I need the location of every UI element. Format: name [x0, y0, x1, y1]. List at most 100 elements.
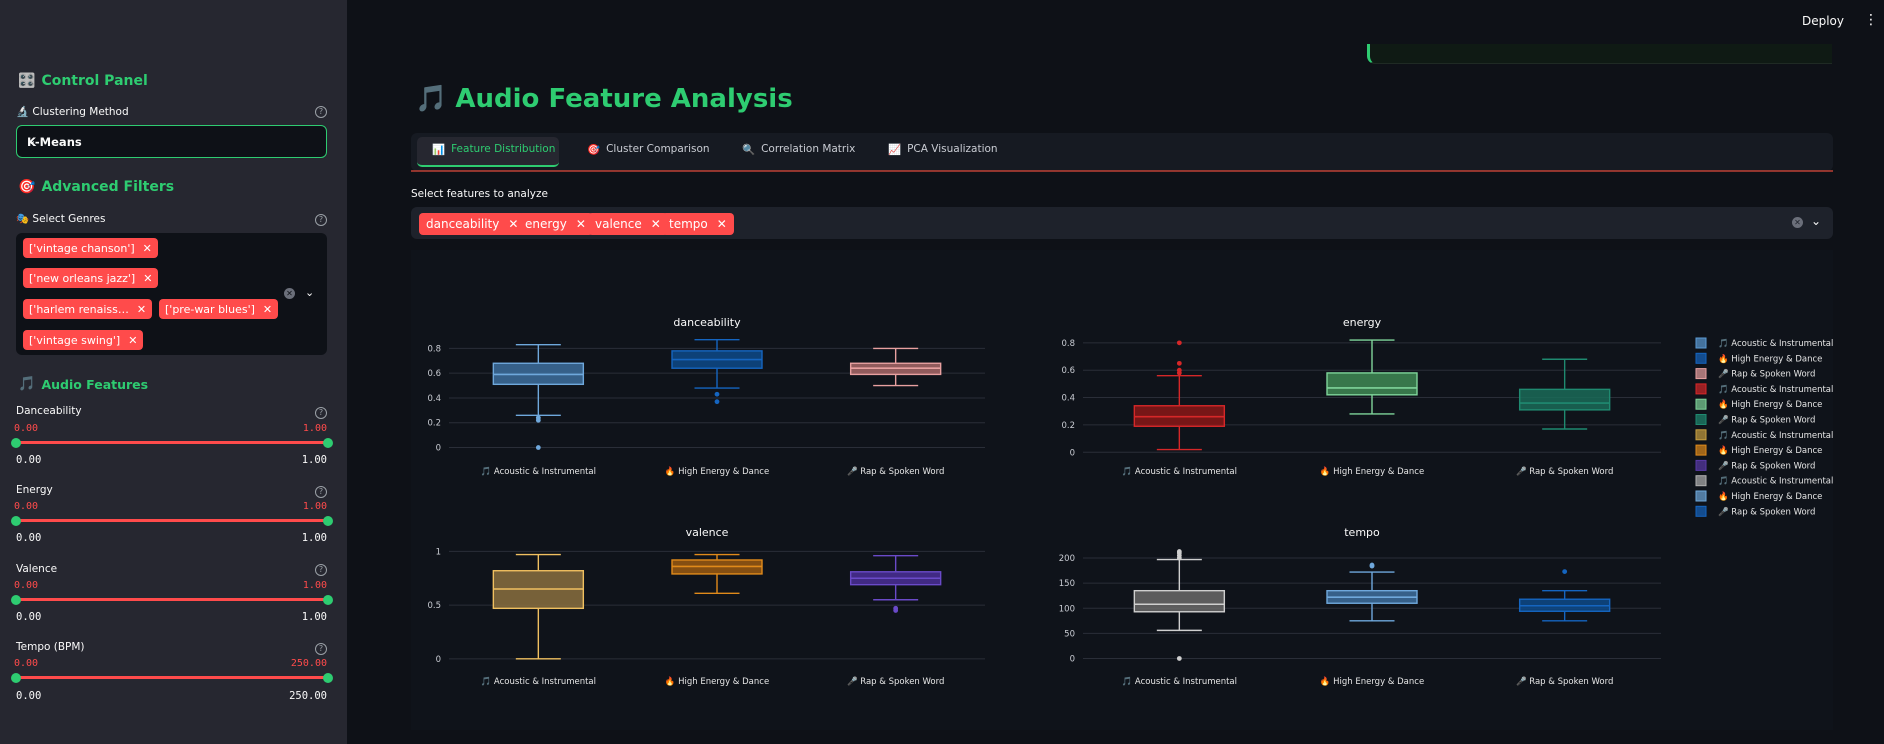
slider-handle-low[interactable]	[11, 595, 21, 605]
legend-label: 🎤 Rap & Spoken Word	[1718, 415, 1815, 426]
outlier-point	[1176, 360, 1182, 366]
outlier-point	[1176, 656, 1182, 661]
close-icon[interactable]: ✕	[137, 303, 146, 316]
y-tick-label: 1	[436, 547, 441, 557]
feature-tag[interactable]: energy ✕	[518, 213, 593, 235]
genre-tag[interactable]: ['pre-war blues'] ✕	[159, 299, 279, 319]
close-icon[interactable]: ✕	[651, 217, 661, 231]
deploy-button[interactable]: Deploy	[1802, 14, 1844, 28]
genre-tag-label: ['vintage swing']	[29, 333, 121, 347]
feature-tag[interactable]: tempo ✕	[662, 213, 734, 235]
box-iqr	[1133, 589, 1226, 613]
notification-banner	[1367, 44, 1832, 64]
slider-track[interactable]	[16, 598, 327, 601]
legend-label: 🔥 High Energy & Dance	[1718, 399, 1822, 410]
outlier-point	[535, 415, 541, 421]
tab-pca-visualization[interactable]: 📈 PCA Visualization	[888, 143, 998, 156]
help-icon[interactable]: ?	[315, 643, 327, 655]
close-icon[interactable]: ✕	[143, 242, 152, 255]
legend-label: 🎵 Acoustic & Instrumental	[1718, 430, 1833, 441]
page-title-text: Audio Feature Analysis	[455, 84, 793, 114]
slider-track[interactable]	[16, 676, 327, 679]
music-note-icon: 🎵	[18, 376, 36, 392]
chevron-down-icon: ⌄	[27, 134, 37, 147]
legend-swatch	[1695, 383, 1707, 395]
outlier-point	[1176, 340, 1182, 346]
clustering-method-select[interactable]: K-Means ⌄	[16, 125, 327, 158]
genre-tag[interactable]: ['harlem renaiss… ✕	[23, 299, 153, 319]
slider-low-value: 0.00	[14, 580, 39, 591]
tab-cluster-comparison[interactable]: 🎯 Cluster Comparison	[587, 143, 710, 156]
slider-high-value: 1.00	[302, 423, 327, 434]
clear-icon[interactable]: ✕	[284, 288, 295, 299]
genre-tag[interactable]: ['new orleans jazz'] ✕	[23, 268, 159, 288]
x-tick-label: 🎵 Acoustic & Instrumental	[1122, 466, 1237, 477]
slider-high-value: 250.00	[290, 658, 327, 669]
legend-swatch	[1695, 490, 1707, 502]
features-multiselect[interactable]: danceability ✕ energy ✕ valence ✕ tempo ✕ ✕ …	[411, 207, 1833, 239]
subplot-tempo: tempo 0 50 100 150 200 🎵 Acoustic & Instrument…	[1059, 526, 1661, 687]
feature-tag-label: tempo	[669, 217, 708, 231]
box-iqr	[1326, 372, 1418, 396]
help-icon[interactable]: ?	[315, 486, 327, 498]
slider-handle-high[interactable]	[323, 673, 333, 683]
slider-min: 0.00	[16, 454, 42, 466]
slider-handle-low[interactable]	[11, 516, 21, 526]
outlier-point	[714, 399, 720, 405]
slider-handle-high[interactable]	[323, 595, 333, 605]
legend-swatch	[1695, 337, 1707, 349]
x-tick-label: 🎤 Rap & Spoken Word	[847, 466, 944, 477]
slider-handle-high[interactable]	[323, 516, 333, 526]
line-chart-icon: 📈	[888, 144, 902, 156]
select-features-label: Select features to analyze	[411, 188, 548, 200]
box-1	[671, 553, 763, 594]
slider-handle-high[interactable]	[323, 438, 333, 448]
help-icon[interactable]: ?	[315, 407, 327, 419]
sidebar: 🎛️ Control Panel 🔬 Clustering Method ? K…	[0, 0, 347, 744]
close-icon[interactable]: ✕	[576, 217, 586, 231]
y-tick-label: 150	[1059, 579, 1075, 589]
genre-tag[interactable]: ['vintage chanson'] ✕	[23, 238, 158, 258]
close-icon[interactable]: ✕	[508, 217, 518, 231]
menu-icon[interactable]: ⋮	[1864, 12, 1878, 28]
slider-track[interactable]	[16, 519, 327, 522]
feature-tag[interactable]: danceability ✕	[419, 213, 526, 235]
help-icon[interactable]: ?	[315, 106, 327, 118]
tab-correlation-matrix[interactable]: 🔍 Correlation Matrix	[742, 143, 855, 156]
tab-feature-distribution[interactable]: 📊 Feature Distribution	[432, 143, 555, 156]
y-tick-label: 0	[1070, 654, 1075, 664]
feature-tag[interactable]: valence ✕	[588, 213, 668, 235]
help-icon[interactable]: ?	[315, 564, 327, 576]
advanced-filters-heading: 🎯 Advanced Filters	[18, 179, 174, 195]
subplot-title: energy	[1343, 316, 1382, 329]
slider-label: Energy	[16, 484, 53, 496]
slider-track[interactable]	[16, 441, 327, 444]
slider-label: Tempo (BPM)	[16, 641, 85, 653]
close-icon[interactable]: ✕	[717, 217, 727, 231]
y-tick-label: 0.2	[1061, 421, 1075, 431]
help-icon[interactable]: ?	[315, 214, 327, 226]
slider-max: 250.00	[289, 690, 327, 702]
tab-bar: 📊 Feature Distribution 🎯 Cluster Compariso…	[411, 133, 1833, 171]
control-panel-heading: 🎛️ Control Panel	[18, 73, 148, 89]
bar-chart-icon: 📊	[432, 144, 446, 156]
slider-high-value: 1.00	[302, 580, 327, 591]
slider-max: 1.00	[301, 611, 327, 623]
slider-handle-low[interactable]	[11, 673, 21, 683]
chevron-down-icon[interactable]: ⌄	[305, 286, 314, 299]
clear-icon[interactable]: ✕	[1792, 217, 1803, 228]
genre-tag[interactable]: ['vintage swing'] ✕	[23, 330, 144, 350]
slider-max: 1.00	[301, 532, 327, 544]
close-icon[interactable]: ✕	[143, 272, 152, 285]
slider-handle-low[interactable]	[11, 438, 21, 448]
chevron-down-icon[interactable]: ⌄	[1811, 214, 1821, 228]
legend: 🎵 Acoustic & Instrumental 🔥 High Energy &…	[1695, 337, 1833, 517]
genre-tag-label: ['vintage chanson']	[29, 241, 135, 255]
audio-features-title: Audio Features	[41, 376, 149, 392]
outlier-point	[1176, 549, 1182, 554]
x-tick-label: 🎤 Rap & Spoken Word	[847, 676, 944, 687]
y-tick-label: 0.5	[427, 601, 441, 611]
close-icon[interactable]: ✕	[263, 303, 272, 316]
close-icon[interactable]: ✕	[128, 334, 137, 347]
box-1	[671, 339, 763, 405]
